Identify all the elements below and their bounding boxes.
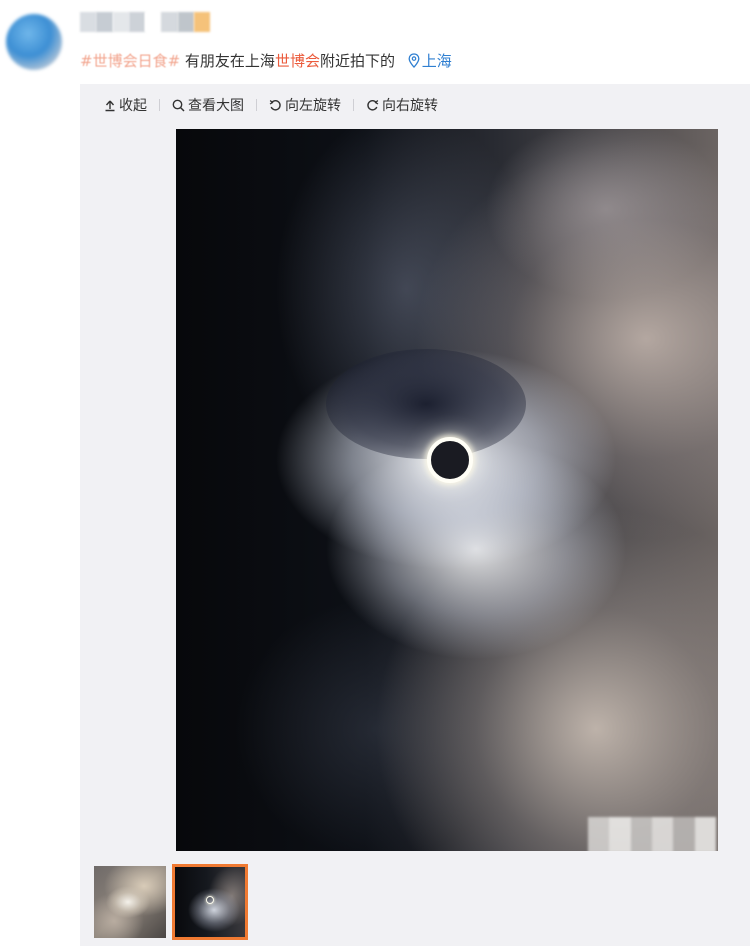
rotate-right-icon (367, 99, 379, 111)
view-large-button[interactable]: 查看大图 (172, 95, 244, 115)
weibo-post: #世博会日食# 有朋友在上海世博会附近拍下的 上海 收起 查看大图 向左旋转 向… (0, 0, 750, 946)
rotate-left-button[interactable]: 向左旋转 (269, 95, 341, 115)
thumbnail-image-1[interactable] (94, 866, 166, 938)
view-large-label: 查看大图 (188, 98, 244, 114)
username-pixelated[interactable] (80, 12, 210, 32)
toolbar-divider (159, 99, 160, 111)
collapse-icon (105, 100, 115, 111)
thumbnail-strip (94, 864, 248, 940)
collapse-label: 收起 (119, 98, 147, 114)
expanded-media-panel: 收起 查看大图 向左旋转 向右旋转 (80, 84, 750, 946)
location-link[interactable]: 上海 (408, 52, 452, 70)
post-text: #世博会日食# 有朋友在上海世博会附近拍下的 上海 (80, 50, 452, 72)
eclipse-photo[interactable] (176, 129, 718, 851)
keyword-link[interactable]: 世博会 (275, 52, 320, 70)
zoom-icon (172, 99, 185, 112)
toolbar-divider (256, 99, 257, 111)
rotate-right-button[interactable]: 向右旋转 (366, 95, 438, 115)
annular-eclipse-ring (427, 437, 473, 483)
toolbar-divider (353, 99, 354, 111)
post-text-prefix: 有朋友在上海 (184, 52, 275, 70)
pixelated-watermark (588, 817, 716, 851)
dark-cloud-gap (326, 349, 526, 459)
rotate-right-label: 向右旋转 (382, 98, 438, 114)
rotate-left-label: 向左旋转 (285, 98, 341, 114)
location-pin-icon (408, 53, 420, 68)
rotate-left-icon (269, 99, 281, 111)
media-toolbar: 收起 查看大图 向左旋转 向右旋转 (104, 94, 438, 116)
collapse-button[interactable]: 收起 (104, 95, 147, 115)
avatar[interactable] (6, 14, 62, 70)
post-text-suffix: 附近拍下的 (319, 52, 395, 70)
location-label: 上海 (421, 52, 452, 70)
thumbnail-image-2-selected[interactable] (172, 864, 248, 940)
thumbnail-eclipse-ring (206, 896, 214, 904)
hashtag-link[interactable]: #世博会日食# (80, 52, 180, 70)
